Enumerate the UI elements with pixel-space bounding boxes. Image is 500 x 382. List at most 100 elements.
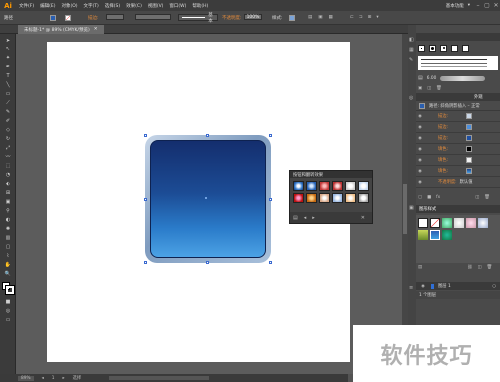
stroke-swatch[interactable] (466, 124, 472, 130)
brush-swatch[interactable] (462, 44, 469, 52)
gradient-tool-icon[interactable]: ▣ (3, 198, 13, 205)
delete-item-icon[interactable]: 🗑 (484, 195, 489, 201)
menu-effect[interactable]: 效果(C) (123, 3, 145, 9)
variable-width-field[interactable] (135, 14, 171, 20)
delete-style-icon[interactable]: 🗑 (487, 265, 492, 271)
rotate-tool-icon[interactable]: ↻ (3, 135, 13, 142)
line-tool-icon[interactable]: ╲ (3, 81, 13, 88)
delete-brush-icon[interactable]: 🗑 (436, 86, 441, 92)
add-effect-icon[interactable]: fx (436, 195, 440, 201)
style-swatch[interactable] (454, 218, 464, 228)
style-swatch[interactable] (442, 218, 452, 228)
arrange-documents-icon[interactable]: ▦ (329, 15, 333, 20)
style-swatch[interactable] (358, 181, 369, 191)
stroke-swatch[interactable] (65, 14, 71, 21)
style-swatch[interactable] (358, 193, 369, 203)
visibility-eye-icon[interactable]: ◉ (419, 284, 427, 289)
selection-handle[interactable] (269, 134, 272, 137)
column-graph-tool-icon[interactable]: ▥ (3, 234, 13, 241)
selection-handle[interactable] (144, 134, 147, 137)
selection-tool-icon[interactable]: ➤ (3, 37, 13, 44)
layers-panel-icon[interactable]: ≡ (409, 285, 413, 291)
color-panel-icon[interactable]: ◧ (409, 37, 414, 43)
screen-mode-icon[interactable]: ▭ (3, 316, 13, 323)
style-swatch[interactable] (319, 193, 330, 203)
style-swatch[interactable] (332, 193, 343, 203)
add-fill-icon[interactable]: ■ (427, 195, 431, 201)
perspective-tool-icon[interactable]: ⬖ (3, 180, 13, 187)
transform-icon[interactable]: ⊞ (368, 15, 372, 20)
fill-swatch[interactable] (466, 146, 472, 152)
eraser-tool-icon[interactable]: ◇ (3, 126, 13, 133)
visibility-eye-icon[interactable]: ◉ (416, 169, 424, 174)
pen-tool-icon[interactable]: ✒ (3, 63, 13, 70)
menu-file[interactable]: 文件(F) (16, 3, 37, 9)
style-swatch-selected[interactable] (430, 230, 440, 240)
brush-definition-field[interactable]: 基本 (178, 13, 218, 24)
tab-appearance[interactable]: 外观 (474, 94, 483, 100)
pencil-tool-icon[interactable]: ✎ (3, 108, 13, 115)
next-library-icon[interactable]: ▸ (312, 215, 315, 221)
new-brush-icon[interactable]: ◫ (427, 86, 431, 92)
align-left-icon[interactable]: ⊏ (350, 15, 354, 20)
style-swatch[interactable] (466, 218, 476, 228)
next-artboard-icon[interactable]: ▸ (62, 376, 64, 381)
selection-handle[interactable] (206, 134, 209, 137)
visibility-eye-icon[interactable]: ◉ (416, 125, 424, 130)
slice-tool-icon[interactable]: ⌇ (3, 252, 13, 259)
mesh-tool-icon[interactable]: ⊞ (3, 189, 13, 196)
prev-artboard-icon[interactable]: ◂ (42, 376, 44, 381)
style-swatch[interactable] (319, 181, 330, 191)
brush-swatch[interactable] (451, 44, 458, 52)
draw-mode-icon[interactable]: ◎ (3, 307, 13, 314)
style-swatch[interactable] (306, 181, 317, 191)
more-options-icon[interactable]: ▾ (376, 15, 378, 20)
tab-graphic-styles[interactable]: 图形样式 (419, 206, 436, 212)
opacity-label[interactable]: 不透明度: (222, 14, 242, 21)
add-stroke-icon[interactable]: ▢ (418, 195, 422, 201)
brush-swatch[interactable] (418, 44, 425, 52)
style-swatch[interactable] (332, 181, 343, 191)
brush-stroke-sample[interactable] (440, 75, 486, 81)
brush-swatch[interactable] (440, 44, 447, 52)
menu-view[interactable]: 视图(V) (145, 3, 167, 9)
appearance-row[interactable]: ◉ 填色: (416, 144, 500, 155)
rectangle-tool-icon[interactable]: ▭ (3, 90, 13, 97)
stroke-weight-field[interactable] (106, 14, 124, 20)
symbol-sprayer-tool-icon[interactable]: ✺ (3, 225, 13, 232)
align-center-icon[interactable]: ⊐ (359, 15, 363, 20)
preferences-icon[interactable]: ▣ (318, 15, 322, 20)
type-tool-icon[interactable]: T (3, 72, 13, 79)
fill-swatch[interactable] (466, 168, 472, 174)
selection-handle[interactable] (144, 198, 147, 201)
stroke-swatch[interactable] (466, 135, 472, 141)
horizontal-scrollbar[interactable] (109, 376, 210, 380)
blob-brush-tool-icon[interactable]: ✐ (3, 117, 13, 124)
fill-swatch[interactable] (466, 157, 472, 163)
stroke-label[interactable]: 描边: (88, 14, 99, 21)
eyedropper-tool-icon[interactable]: ⚲ (3, 207, 13, 214)
menu-help[interactable]: 帮助(H) (189, 3, 211, 9)
close-tab-icon[interactable]: ✕ (94, 27, 98, 32)
brush-library-icon[interactable]: ▤ (418, 75, 423, 81)
rounded-square-artwork[interactable] (145, 135, 271, 263)
menu-select[interactable]: 选择(S) (102, 3, 123, 9)
graphic-style-swatch[interactable] (289, 14, 295, 21)
brush-swatch[interactable] (429, 44, 436, 52)
paintbrush-tool-icon[interactable]: ⟋ (3, 99, 13, 106)
menu-edit[interactable]: 编辑(E) (37, 3, 58, 9)
style-swatch[interactable] (478, 218, 488, 228)
visibility-eye-icon[interactable]: ◉ (416, 136, 424, 141)
appearance-row[interactable]: ◉ 描边: (416, 111, 500, 122)
style-swatch[interactable] (293, 181, 304, 191)
blend-tool-icon[interactable]: ◐ (3, 216, 13, 223)
selection-handle[interactable] (269, 261, 272, 264)
swatches-panel-icon[interactable]: ▦ (409, 47, 414, 53)
previous-library-icon[interactable]: ◂ (304, 215, 307, 221)
brush-options-icon[interactable]: ▣ (418, 86, 422, 92)
break-link-icon[interactable]: ⛓ (467, 265, 472, 271)
close-panel-icon[interactable]: ✕ (361, 215, 365, 221)
hand-tool-icon[interactable]: ✋ (3, 261, 13, 268)
free-transform-tool-icon[interactable]: ⬚ (3, 162, 13, 169)
style-swatch[interactable] (345, 181, 356, 191)
